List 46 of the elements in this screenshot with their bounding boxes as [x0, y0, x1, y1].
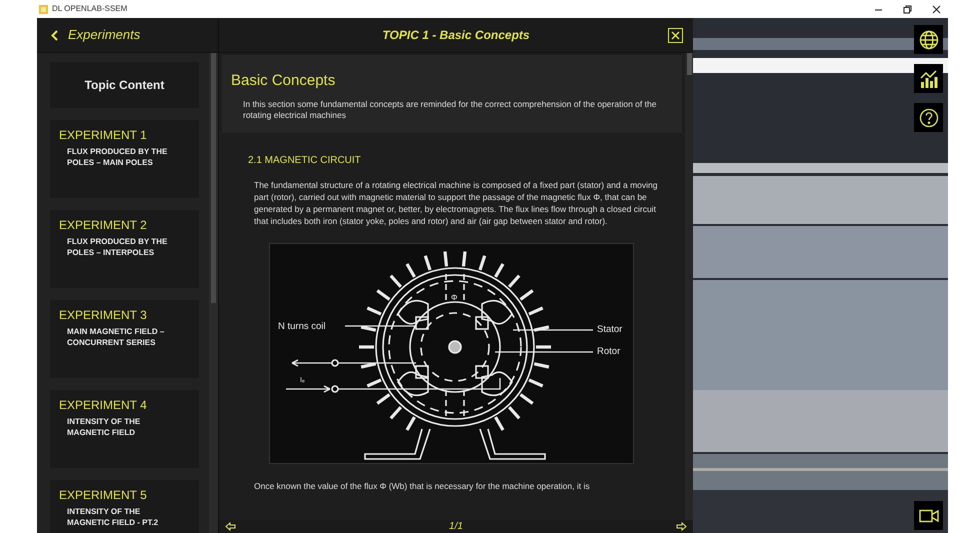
experiment-subtitle: INTENSITY OF THE MAGNETIC FIELD	[67, 416, 142, 438]
video-camera-icon	[918, 508, 938, 522]
body-paragraph: Once known the value of the flux Φ (Wb) that is necessary for the machine operation, it is	[254, 480, 591, 494]
help-icon	[918, 108, 938, 128]
experiment-title: EXPERIMENT 5	[59, 488, 148, 503]
scroll-thumb[interactable]	[686, 53, 692, 75]
experiment-subtitle: MAIN MAGNETIC FIELD – CONCURRENT SERIES	[67, 326, 166, 348]
bar-chart-icon	[918, 68, 938, 88]
back-icon	[51, 30, 58, 40]
globe-button[interactable]	[914, 25, 943, 54]
experiment-title: EXPERIMENT 2	[59, 218, 148, 233]
page-indicator: 1/1	[449, 520, 463, 533]
back-button[interactable]: Experiments	[51, 25, 140, 45]
experiment-card[interactable]: EXPERIMENT 5 INTENSITY OF THE MAGNETIC FIELD - PT.2	[50, 480, 199, 533]
experiment-subtitle: FLUX PRODUCED BY THE POLES – MAIN POLES	[67, 146, 168, 168]
close-icon[interactable]	[932, 4, 941, 14]
experiment-title: EXPERIMENT 3	[59, 308, 148, 323]
chart-button[interactable]	[914, 64, 943, 93]
diagram-label: Stator	[597, 324, 622, 336]
subsection-title: 2.1 MAGNETIC CIRCUIT	[248, 154, 362, 168]
topic-content-button[interactable]: Topic Content	[50, 62, 199, 108]
experiment-subtitle: FLUX PRODUCED BY THE POLES – INTERPOLES	[67, 236, 168, 258]
intro-text: In this section some fundamental concepts are reminded for the correct comprehension of the operation of the rotating electrical machines	[242, 98, 658, 120]
previous-arrow-icon[interactable]	[225, 522, 236, 531]
diagram-label: Φ	[451, 293, 458, 302]
globe-icon	[918, 30, 938, 50]
diagram-label: Rotor	[597, 346, 620, 358]
help-button[interactable]	[914, 103, 943, 132]
experiment-title: EXPERIMENT 4	[59, 398, 148, 413]
body-paragraph: The fundamental structure of a rotating electrical machine is composed of a fixed part (stator) and a moving part (rotor), carried out with magnetic material to support the passage of the magnetic flux Φ, that can be generated by a permanent magnet or, better, by electromagnets. The flux lines flow through a closed circuit that includes both iron (stator yoke, poles and rotor) and air (air gap between stator and rotor).	[254, 178, 658, 228]
topic-title: TOPIC 1 - Basic Concepts	[382, 27, 530, 44]
camera-button[interactable]	[914, 501, 943, 530]
experiment-card[interactable]: EXPERIMENT 2 FLUX PRODUCED BY THE POLES – INTERPOLES	[50, 210, 199, 288]
section-heading: Basic Concepts	[231, 71, 336, 91]
experiment-card[interactable]: EXPERIMENT 4 INTENSITY OF THE MAGNETIC FIELD	[50, 390, 199, 468]
next-arrow-icon[interactable]	[676, 522, 687, 531]
leader-line	[345, 326, 415, 327]
app-icon	[39, 4, 48, 14]
experiment-card[interactable]: EXPERIMENT 3 MAIN MAGNETIC FIELD – CONCURRENT SERIES	[50, 300, 199, 378]
diagram-label: N turns coil	[278, 321, 326, 332]
restore-icon[interactable]	[903, 4, 912, 14]
experiment-card[interactable]: EXPERIMENT 1 FLUX PRODUCED BY THE POLES – MAIN POLES	[50, 120, 199, 198]
window-title: DL OPENLAB-SSEM	[52, 3, 128, 15]
experiment-title: EXPERIMENT 1	[59, 128, 148, 143]
scroll-thumb[interactable]	[211, 53, 216, 303]
experiment-subtitle: INTENSITY OF THE MAGNETIC FIELD - PT.2	[67, 506, 160, 528]
